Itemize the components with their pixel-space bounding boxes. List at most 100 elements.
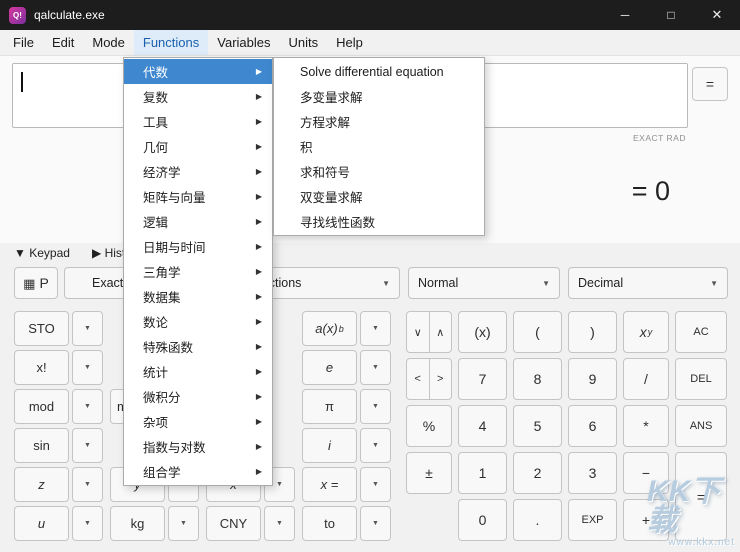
submenu-arrow-icon: ▶ [256,292,262,301]
u-button[interactable]: u [14,506,69,541]
close-paren-button[interactable]: ) [568,311,617,353]
submenu-arrow-icon: ▶ [256,117,262,126]
menu-mode[interactable]: Mode [83,30,134,55]
u-dropdown-button[interactable]: ▼ [72,506,103,541]
cny-split-button: CNY ▼ [206,506,295,541]
calculate-equals-button[interactable]: = [692,67,728,101]
ac-button[interactable]: AC [675,311,727,353]
e-button[interactable]: e [302,350,357,385]
nav-down-button[interactable]: ∨ [407,312,429,352]
axb-button[interactable]: a(x)b [302,311,357,346]
menu-item-statistics[interactable]: 统计▶ [124,359,272,384]
power-button[interactable]: xy [623,311,669,353]
menu-item-number-theory[interactable]: 数论▶ [124,309,272,334]
menu-item-logic[interactable]: 逻辑▶ [124,209,272,234]
menu-item-combinatorics[interactable]: 组合学▶ [124,459,272,484]
submenu-item-solve-differential-equation[interactable]: Solve differential equation [274,59,484,84]
open-paren-button[interactable]: ( [513,311,562,353]
x-equals-dropdown-button[interactable]: ▼ [360,467,391,502]
minimize-button[interactable]: ─ [602,0,648,30]
kg-button[interactable]: kg [110,506,165,541]
sin-button[interactable]: sin [14,428,69,463]
z-dropdown-button[interactable]: ▼ [72,467,103,502]
digit-6-button[interactable]: 6 [568,405,617,447]
factorial-button[interactable]: x! [14,350,69,385]
menu-item-geometry[interactable]: 几何▶ [124,134,272,159]
mod-dropdown-button[interactable]: ▼ [72,389,103,424]
menu-item-algebra[interactable]: 代数▶ [124,59,272,84]
digit-4-button[interactable]: 4 [458,405,507,447]
digit-0-button[interactable]: 0 [458,499,507,541]
nav-up-button[interactable]: ∧ [430,312,452,352]
multiply-button[interactable]: * [623,405,669,447]
percent-button[interactable]: % [406,405,452,447]
e-dropdown-button[interactable]: ▼ [360,350,391,385]
menu-item-complex[interactable]: 复数▶ [124,84,272,109]
menu-help[interactable]: Help [327,30,372,55]
menu-units[interactable]: Units [280,30,328,55]
close-button[interactable]: ✕ [694,0,740,30]
axb-dropdown-button[interactable]: ▼ [360,311,391,346]
submenu-arrow-icon: ▶ [256,342,262,351]
fx-button[interactable]: (x) [458,311,507,353]
menu-item-tools[interactable]: 工具▶ [124,109,272,134]
nav-left-button[interactable]: < [407,359,429,399]
i-button[interactable]: i [302,428,357,463]
menu-file[interactable]: File [4,30,43,55]
factorial-dropdown-button[interactable]: ▼ [72,350,103,385]
nav-right-button[interactable]: > [430,359,452,399]
digit-2-button[interactable]: 2 [513,452,562,494]
submenu-item-multi-variable-solve[interactable]: 多变量求解 [274,84,484,109]
to-dropdown-button[interactable]: ▼ [360,506,391,541]
ans-button[interactable]: ANS [675,405,727,447]
sin-dropdown-button[interactable]: ▼ [72,428,103,463]
digit-8-button[interactable]: 8 [513,358,562,400]
kg-dropdown-button[interactable]: ▼ [168,506,199,541]
menu-item-calculus[interactable]: 微积分▶ [124,384,272,409]
menu-item-data-sets[interactable]: 数据集▶ [124,284,272,309]
pi-button[interactable]: π [302,389,357,424]
digit-5-button[interactable]: 5 [513,405,562,447]
pi-dropdown-button[interactable]: ▼ [360,389,391,424]
menu-item-trigonometry[interactable]: 三角学▶ [124,259,272,284]
z-button[interactable]: z [14,467,69,502]
i-dropdown-button[interactable]: ▼ [360,428,391,463]
digit-1-button[interactable]: 1 [458,452,507,494]
sto-dropdown-button[interactable]: ▼ [72,311,103,346]
digit-7-button[interactable]: 7 [458,358,507,400]
tab-keypad[interactable]: ▼ Keypad [14,246,70,260]
menu-item-special-functions[interactable]: 特殊函数▶ [124,334,272,359]
menu-functions[interactable]: Functions [134,30,208,55]
cny-button[interactable]: CNY [206,506,261,541]
to-button[interactable]: to [302,506,357,541]
number-base-select[interactable]: Decimal ▼ [568,267,728,299]
maximize-button[interactable]: □ [648,0,694,30]
menu-item-matrices-vectors[interactable]: 矩阵与向量▶ [124,184,272,209]
keypad-type-button[interactable]: ▦ P [14,267,58,299]
submenu-arrow-icon: ▶ [256,167,262,176]
display-mode-select[interactable]: Normal ▼ [408,267,560,299]
decimal-point-button[interactable]: . [513,499,562,541]
submenu-item-two-variable-solve[interactable]: 双变量求解 [274,184,484,209]
plus-minus-button[interactable]: ± [406,452,452,494]
x-equals-button[interactable]: x = [302,467,357,502]
menu-item-exponents-logarithms[interactable]: 指数与对数▶ [124,434,272,459]
menu-item-miscellaneous[interactable]: 杂项▶ [124,409,272,434]
digit-3-button[interactable]: 3 [568,452,617,494]
menu-edit[interactable]: Edit [43,30,83,55]
submenu-item-equation-solve[interactable]: 方程求解 [274,109,484,134]
submenu-item-summation[interactable]: 求和符号 [274,159,484,184]
menu-item-economics[interactable]: 经济学▶ [124,159,272,184]
submenu-item-find-linear-function[interactable]: 寻找线性函数 [274,209,484,234]
divide-button[interactable]: / [623,358,669,400]
cny-dropdown-button[interactable]: ▼ [264,506,295,541]
menu-item-date-time[interactable]: 日期与时间▶ [124,234,272,259]
mod-button[interactable]: mod [14,389,69,424]
menu-variables[interactable]: Variables [208,30,279,55]
del-button[interactable]: DEL [675,358,727,400]
sto-button[interactable]: STO [14,311,69,346]
exp-button[interactable]: EXP [568,499,617,541]
submenu-item-product[interactable]: 积 [274,134,484,159]
display-mode-value: Normal [418,276,458,290]
digit-9-button[interactable]: 9 [568,358,617,400]
